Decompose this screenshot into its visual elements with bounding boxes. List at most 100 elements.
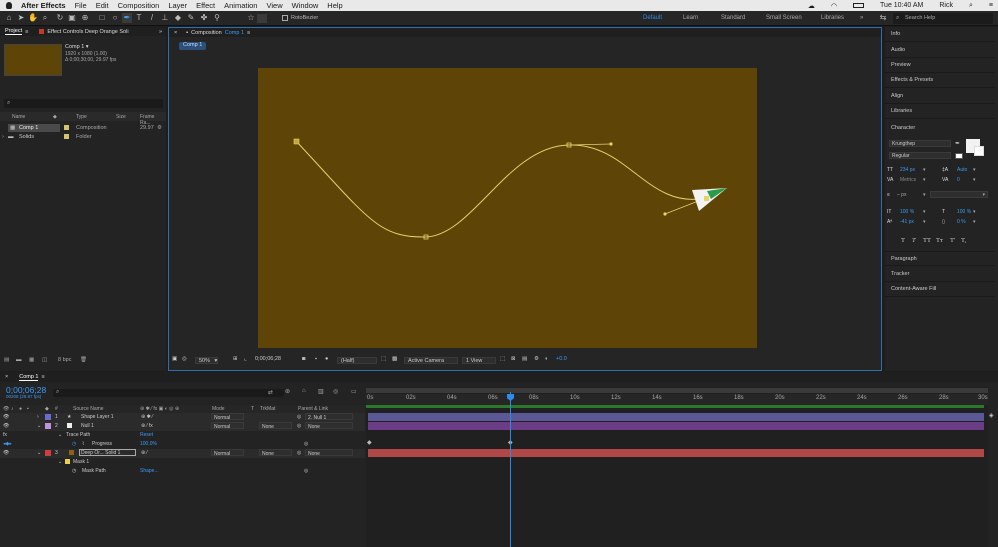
comp-tab-label[interactable]: Composition — [191, 30, 222, 36]
menu-animation[interactable]: Animation — [224, 1, 257, 10]
brush-tool-icon[interactable]: / — [147, 13, 157, 23]
comp-tab-name[interactable]: Comp 1 — [225, 30, 244, 36]
collapse-arrow-icon[interactable]: ⌄ — [58, 459, 62, 465]
font-size-value[interactable]: 234 px — [900, 167, 915, 173]
tsume-value[interactable]: 0 % — [957, 219, 966, 225]
dropdown-arrow-icon[interactable]: ▾ — [923, 167, 926, 173]
exposure-value[interactable]: +0.0 — [556, 356, 567, 362]
workspace-libraries[interactable]: Libraries — [821, 15, 844, 21]
blend-mode-dropdown[interactable]: Normal — [211, 422, 244, 430]
panel-menu-icon[interactable]: ≡ — [41, 374, 44, 380]
font-style-dropdown[interactable]: Regular — [889, 152, 951, 159]
timeline-tab-comp1[interactable]: Comp 1 — [19, 374, 39, 381]
mask-visibility-icon[interactable]: ◎ — [182, 356, 187, 362]
effect-name[interactable]: Trace Path — [66, 432, 90, 438]
tab-project[interactable]: Project — [5, 28, 23, 35]
toggle-pixel-aspect-icon[interactable]: ⬚ — [500, 356, 505, 362]
parent-dropdown[interactable]: None — [305, 449, 353, 457]
workspace-standard[interactable]: Standard — [721, 15, 745, 21]
view-layout-dropdown[interactable]: 1 View — [462, 357, 496, 364]
tab-effect-controls[interactable]: Effect Controls Deep Orange Soli — [47, 29, 128, 35]
col-name[interactable]: Name — [12, 114, 25, 120]
ellipse-tool-icon[interactable]: ○ — [110, 13, 120, 23]
panel-tracker[interactable]: Tracker — [885, 267, 995, 282]
panel-info[interactable]: Info — [885, 27, 995, 42]
eyedropper-icon[interactable]: ✒ — [955, 140, 960, 147]
apple-icon[interactable] — [6, 2, 12, 9]
menu-file[interactable]: File — [75, 1, 87, 10]
faux-italic-button[interactable]: T — [912, 237, 916, 244]
zoom-dropdown[interactable]: 50% ▾ — [195, 357, 219, 364]
lock-icon[interactable]: ▪ — [27, 406, 29, 412]
dropdown-arrow-icon[interactable]: ▾ — [973, 177, 976, 183]
layer-switches-icons[interactable]: ⊛ ⁄ — [141, 450, 147, 456]
dropdown-arrow-icon[interactable]: ▾ — [973, 167, 976, 173]
pickwhip-icon[interactable]: ◎ — [297, 450, 301, 456]
pen-tool-icon[interactable]: ✒ — [122, 13, 132, 23]
parent-dropdown[interactable]: None — [305, 422, 353, 430]
progress-property-row[interactable]: ◂◆▸ ◷ ⌇ Progress 100.0% ◎ — [0, 440, 365, 449]
label-color-swatch[interactable] — [64, 134, 69, 139]
roto-tool-icon[interactable]: ✎ — [186, 13, 196, 23]
mask-name[interactable]: Mask 1 — [73, 459, 89, 465]
pickwhip-icon[interactable]: ◎ — [297, 414, 301, 420]
path-vertex[interactable] — [293, 138, 300, 145]
camera-tool-icon[interactable]: ▣ — [67, 13, 77, 23]
expression-icon[interactable]: ⌇ — [82, 441, 84, 447]
panel-preview[interactable]: Preview — [885, 58, 995, 73]
effects-group-row[interactable]: fx ⌄ Trace Path Reset — [0, 431, 365, 440]
layer-switches-icons[interactable]: ⊛ ⁄ fx — [141, 423, 153, 429]
collapse-arrow-icon[interactable]: ⌄ — [37, 423, 41, 429]
mask-shape-link[interactable]: Shape... — [140, 468, 159, 474]
collapse-arrow-icon[interactable]: ⌄ — [37, 450, 41, 456]
zoom-handle-icon[interactable]: ◈ — [989, 412, 994, 419]
col-source-name[interactable]: Source Name — [73, 406, 104, 412]
blend-mode-dropdown[interactable]: Normal — [211, 449, 244, 457]
timeline-graph[interactable]: 0s 02s 04s 06s 08s 10s 12s 14s 16s 18s 2… — [366, 387, 988, 547]
workspace-small-screen[interactable]: Small Screen — [766, 15, 802, 21]
col-mode[interactable]: Mode — [212, 406, 225, 412]
interpret-footage-icon[interactable]: ▤ — [4, 357, 9, 363]
frame-blending-icon[interactable]: ▥ — [318, 388, 324, 395]
dropdown-arrow-icon[interactable]: ▾ — [923, 192, 926, 198]
mask-row[interactable]: ⌄ Mask 1 — [0, 458, 365, 467]
layer-row-3[interactable]: 👁 ⌄ 3 Deep Or... Solid 1 ⊛ ⁄ Normal None… — [0, 449, 365, 458]
path-vertex[interactable] — [704, 196, 709, 201]
dropdown-arrow-icon[interactable]: ▾ — [923, 209, 926, 215]
fill-swatch[interactable] — [257, 14, 267, 23]
motion-path-svg[interactable] — [258, 68, 757, 348]
show-snapshot-icon[interactable]: ⬩ — [315, 356, 317, 363]
col-t[interactable]: T — [251, 406, 254, 412]
channel-icon[interactable]: ● — [325, 356, 328, 362]
stroke-width-value[interactable]: – px — [897, 192, 906, 198]
sync-icon[interactable]: ⇆ — [878, 13, 888, 23]
parent-dropdown[interactable]: 2. Null 1 — [305, 413, 353, 421]
audio-icon[interactable]: ♪ — [11, 406, 14, 412]
small-caps-button[interactable]: Tт — [936, 237, 943, 244]
visibility-icon[interactable]: 👁 — [3, 450, 9, 456]
workspace-default[interactable]: Default — [643, 15, 662, 21]
layer-row-2[interactable]: 👁 ⌄ 2 Null 1 ⊛ ⁄ fx Normal None ◎ None — [0, 422, 365, 431]
grid-icon[interactable]: ⊞ — [233, 356, 238, 362]
lock-icon[interactable]: ▪ — [186, 30, 188, 36]
rotobezier-checkbox[interactable] — [282, 15, 288, 21]
rotate-tool-icon[interactable]: ↻ — [55, 13, 65, 23]
superscript-button[interactable]: T' — [950, 237, 955, 244]
spotlight-icon[interactable]: ⌕ — [969, 2, 973, 10]
current-time[interactable]: 0;00;06;28 — [255, 356, 281, 362]
leading-value[interactable]: Auto — [957, 167, 967, 173]
menu-window[interactable]: Window — [292, 1, 319, 10]
keyframe-nav-icon[interactable]: ◂◆▸ — [3, 441, 12, 447]
project-settings-icon[interactable]: ◫ — [42, 357, 47, 363]
star-icon[interactable]: ☆ — [246, 13, 256, 23]
col-type[interactable]: Type — [76, 114, 87, 120]
faux-bold-button[interactable]: T — [901, 237, 905, 244]
stroke-color-swatch[interactable] — [974, 146, 984, 156]
exposure-icon[interactable]: ◐ — [545, 356, 548, 362]
timeline-icon[interactable]: ▤ — [522, 356, 527, 362]
shy-icon[interactable]: ⌂ — [302, 388, 306, 394]
panel-character[interactable]: Character — [885, 120, 995, 135]
col-parent[interactable]: Parent & Link — [298, 406, 328, 412]
col-num[interactable]: # — [55, 406, 58, 412]
close-icon[interactable]: × — [5, 374, 8, 380]
